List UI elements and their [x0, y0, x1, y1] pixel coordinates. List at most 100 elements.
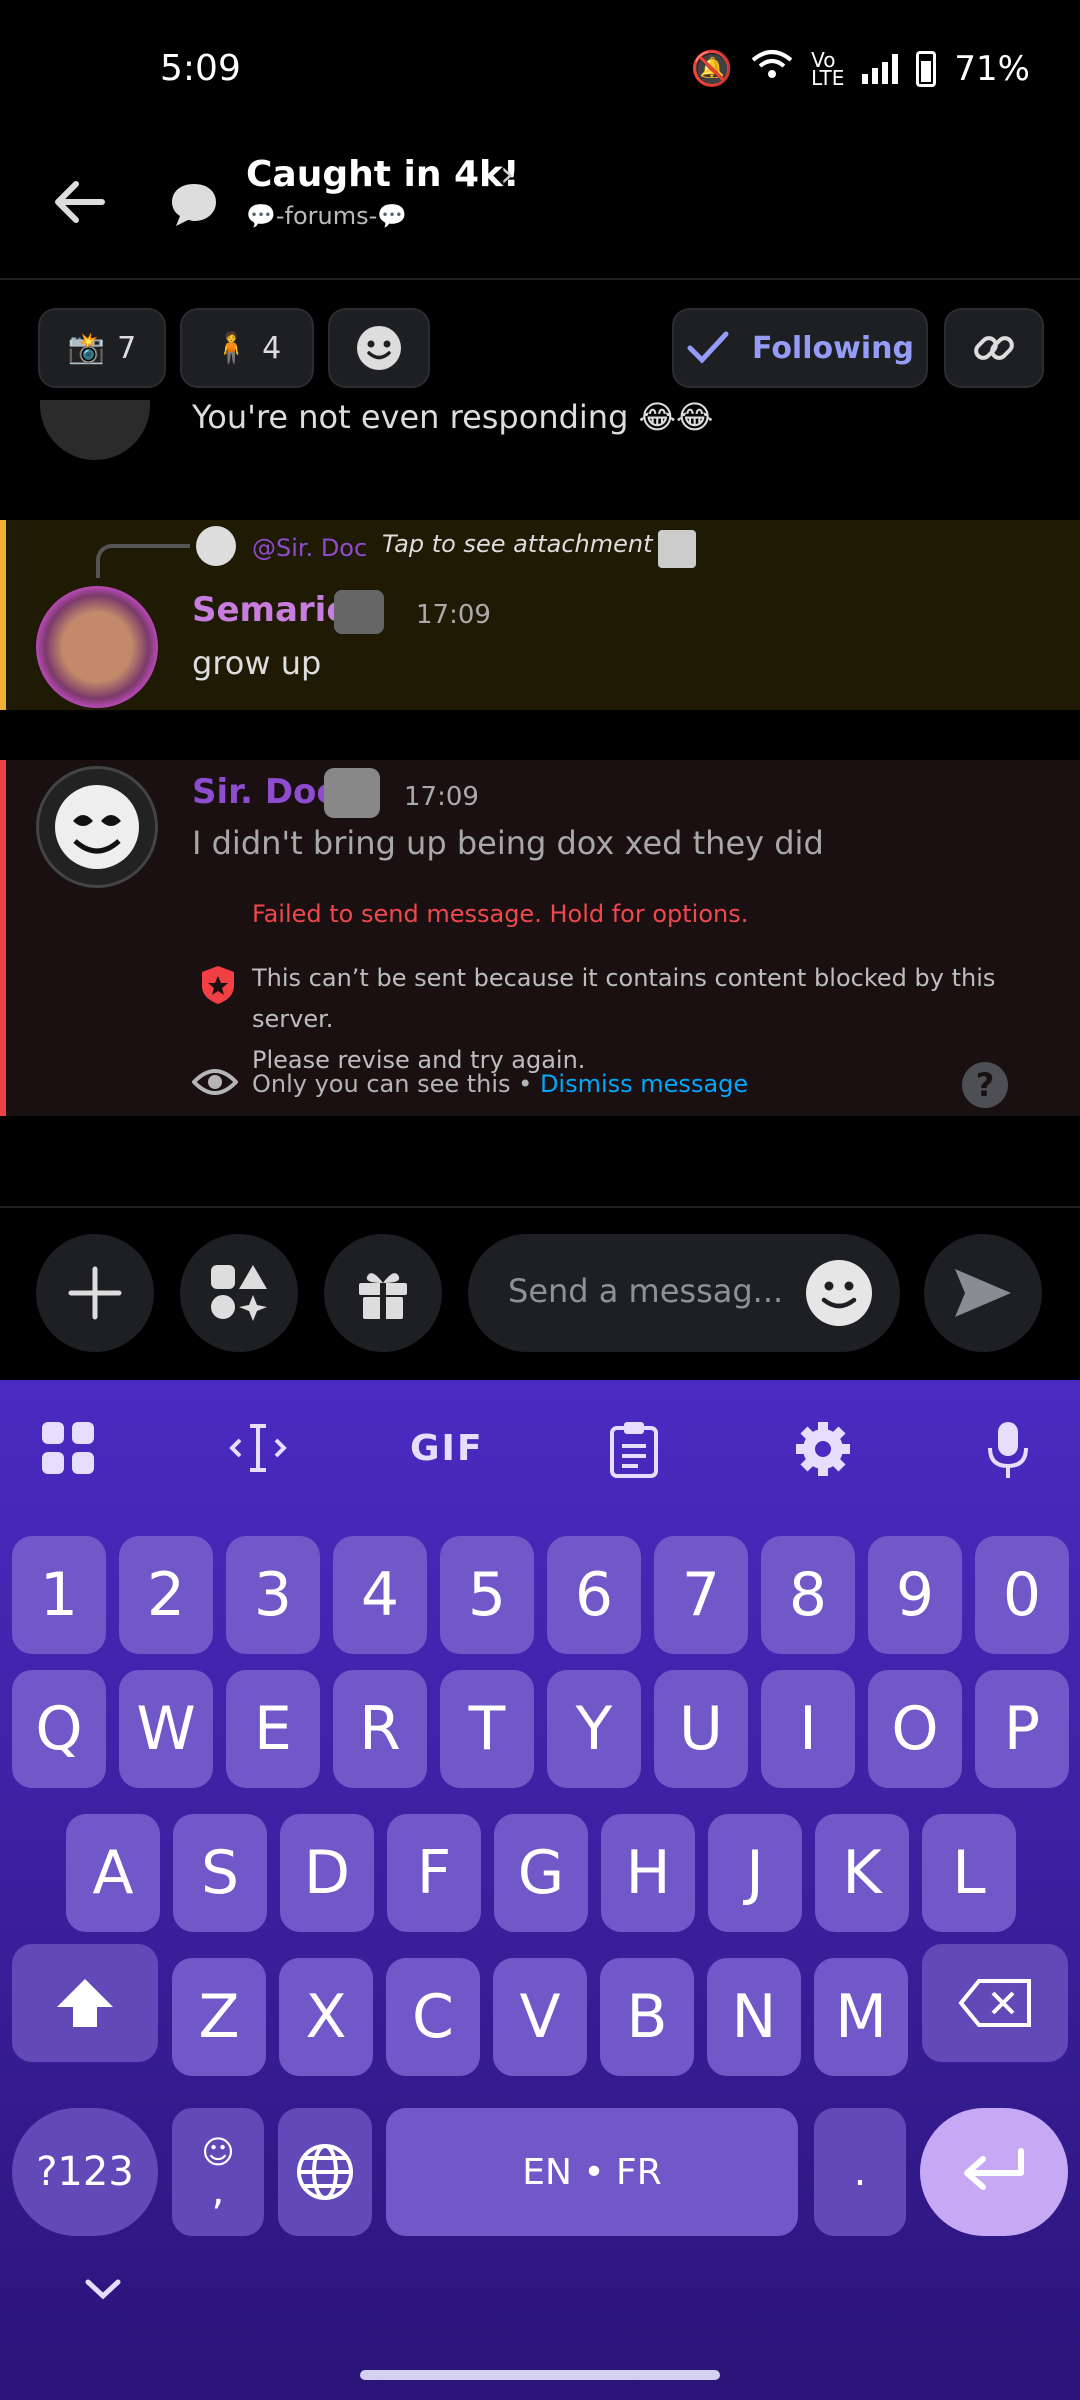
ephemeral-note: Only you can see this • Dismiss message	[252, 1070, 748, 1098]
automod-shield-icon	[198, 964, 238, 1006]
comma-key[interactable]: ☺ ,	[172, 2108, 264, 2236]
add-attachment-button[interactable]	[36, 1234, 154, 1352]
send-failed-text[interactable]: Failed to send message. Hold for options…	[252, 900, 748, 928]
mute-icon: 🔕	[690, 48, 734, 89]
message-time: 17:09	[404, 782, 479, 812]
divider	[0, 1206, 1080, 1208]
key-y[interactable]: Y	[547, 1670, 641, 1788]
key-6[interactable]: 6	[547, 1536, 641, 1654]
clipboard-icon[interactable]	[608, 1420, 660, 1487]
soft-keyboard: GIF 1234567890 QWERTYUIOP ASDFGHJKL ZXCV…	[0, 1380, 1080, 2400]
key-e[interactable]: E	[226, 1670, 320, 1788]
key-i[interactable]: I	[761, 1670, 855, 1788]
dismiss-message-link[interactable]: Dismiss message	[540, 1070, 748, 1098]
key-h[interactable]: H	[601, 1814, 695, 1932]
key-b[interactable]: B	[600, 1958, 694, 2076]
key-m[interactable]: M	[814, 1958, 908, 2076]
status-icons: 🔕 Vo LTE 71%	[691, 48, 1030, 89]
key-j[interactable]: J	[708, 1814, 802, 1932]
key-3[interactable]: 3	[226, 1536, 320, 1654]
shift-key[interactable]	[12, 1944, 158, 2062]
key-c[interactable]: C	[386, 1958, 480, 2076]
image-icon	[658, 530, 696, 568]
key-4[interactable]: 4	[333, 1536, 427, 1654]
help-icon[interactable]: ?	[962, 1062, 1008, 1108]
key-d[interactable]: D	[280, 1814, 374, 1932]
key-w[interactable]: W	[119, 1670, 213, 1788]
grid-icon[interactable]	[40, 1420, 96, 1485]
cat-badge-icon	[334, 590, 384, 634]
avatar[interactable]	[36, 586, 158, 708]
message-author[interactable]: Sir. Doc	[192, 772, 337, 812]
key-1[interactable]: 1	[12, 1536, 106, 1654]
backspace-key[interactable]	[922, 1944, 1068, 2062]
volte-icon: Vo LTE	[811, 47, 845, 90]
key-o[interactable]: O	[868, 1670, 962, 1788]
following-button[interactable]: Following	[672, 308, 928, 388]
status-bar: 5:09 🔕 Vo LTE 71%	[0, 0, 1080, 140]
avatar[interactable]	[36, 766, 158, 888]
key-7[interactable]: 7	[654, 1536, 748, 1654]
key-s[interactable]: S	[173, 1814, 267, 1932]
send-button[interactable]	[924, 1234, 1042, 1352]
key-x[interactable]: X	[279, 1958, 373, 2076]
language-key[interactable]	[278, 2108, 372, 2236]
key-z[interactable]: Z	[172, 1958, 266, 2076]
enter-key[interactable]	[920, 2108, 1068, 2236]
key-2[interactable]: 2	[119, 1536, 213, 1654]
emoji-hint-icon: ☺	[201, 2133, 235, 2171]
copy-link-button[interactable]	[944, 308, 1044, 388]
reaction-camera[interactable]: 📸 7	[38, 308, 166, 388]
thread-title[interactable]: Caught in 4k!	[246, 154, 519, 195]
period-key[interactable]: .	[814, 2108, 906, 2236]
smiley-icon	[357, 326, 401, 370]
key-g[interactable]: G	[494, 1814, 588, 1932]
key-n[interactable]: N	[707, 1958, 801, 2076]
key-0[interactable]: 0	[975, 1536, 1069, 1654]
settings-icon[interactable]	[794, 1420, 852, 1487]
message-author[interactable]: Semarie	[192, 590, 349, 630]
enter-icon	[964, 2148, 1024, 2190]
gift-button[interactable]	[324, 1234, 442, 1352]
gif-button[interactable]: GIF	[410, 1428, 484, 1469]
globe-icon	[297, 2144, 353, 2200]
message-semarie[interactable]: @Sir. Doc Tap to see attachment Semarie …	[0, 520, 1080, 710]
check-icon	[687, 331, 729, 364]
blocked-line-1: This can’t be sent because it contains c…	[252, 964, 996, 1033]
key-9[interactable]: 9	[868, 1536, 962, 1654]
back-arrow-icon[interactable]	[50, 172, 122, 244]
key-f[interactable]: F	[387, 1814, 481, 1932]
key-l[interactable]: L	[922, 1814, 1016, 1932]
message-sirdoc[interactable]: Sir. Doc 17:09 I didn't bring up being d…	[0, 760, 1080, 1116]
hide-keyboard-icon[interactable]	[78, 2264, 128, 2314]
blocked-notice: This can’t be sent because it contains c…	[252, 958, 1052, 1081]
message-input[interactable]: Send a messag...	[468, 1234, 900, 1352]
reaction-person[interactable]: 🧍 4	[180, 308, 314, 388]
reply-hint[interactable]: Tap to see attachment	[382, 530, 653, 558]
apps-button[interactable]	[180, 1234, 298, 1352]
thread-icon	[168, 180, 220, 228]
mic-icon[interactable]	[986, 1420, 1030, 1489]
key-t[interactable]: T	[440, 1670, 534, 1788]
gesture-handle[interactable]	[360, 2370, 720, 2380]
key-q[interactable]: Q	[12, 1670, 106, 1788]
signal-icon	[862, 53, 899, 84]
reply-author[interactable]: @Sir. Doc	[252, 534, 367, 562]
key-k[interactable]: K	[815, 1814, 909, 1932]
key-8[interactable]: 8	[761, 1536, 855, 1654]
comma-label: ,	[211, 2168, 225, 2214]
space-key[interactable]: EN • FR	[386, 2108, 798, 2236]
key-5[interactable]: 5	[440, 1536, 534, 1654]
key-a[interactable]: A	[66, 1814, 160, 1932]
key-u[interactable]: U	[654, 1670, 748, 1788]
key-p[interactable]: P	[975, 1670, 1069, 1788]
link-icon	[974, 336, 1014, 360]
symbols-key[interactable]: ?123	[12, 2108, 158, 2236]
following-label: Following	[752, 330, 914, 366]
chevron-right-icon[interactable]: ›	[500, 154, 514, 195]
key-r[interactable]: R	[333, 1670, 427, 1788]
add-reaction-button[interactable]	[328, 308, 430, 388]
emoji-picker-icon[interactable]	[806, 1260, 872, 1326]
key-v[interactable]: V	[493, 1958, 587, 2076]
cursor-icon[interactable]	[228, 1420, 288, 1485]
